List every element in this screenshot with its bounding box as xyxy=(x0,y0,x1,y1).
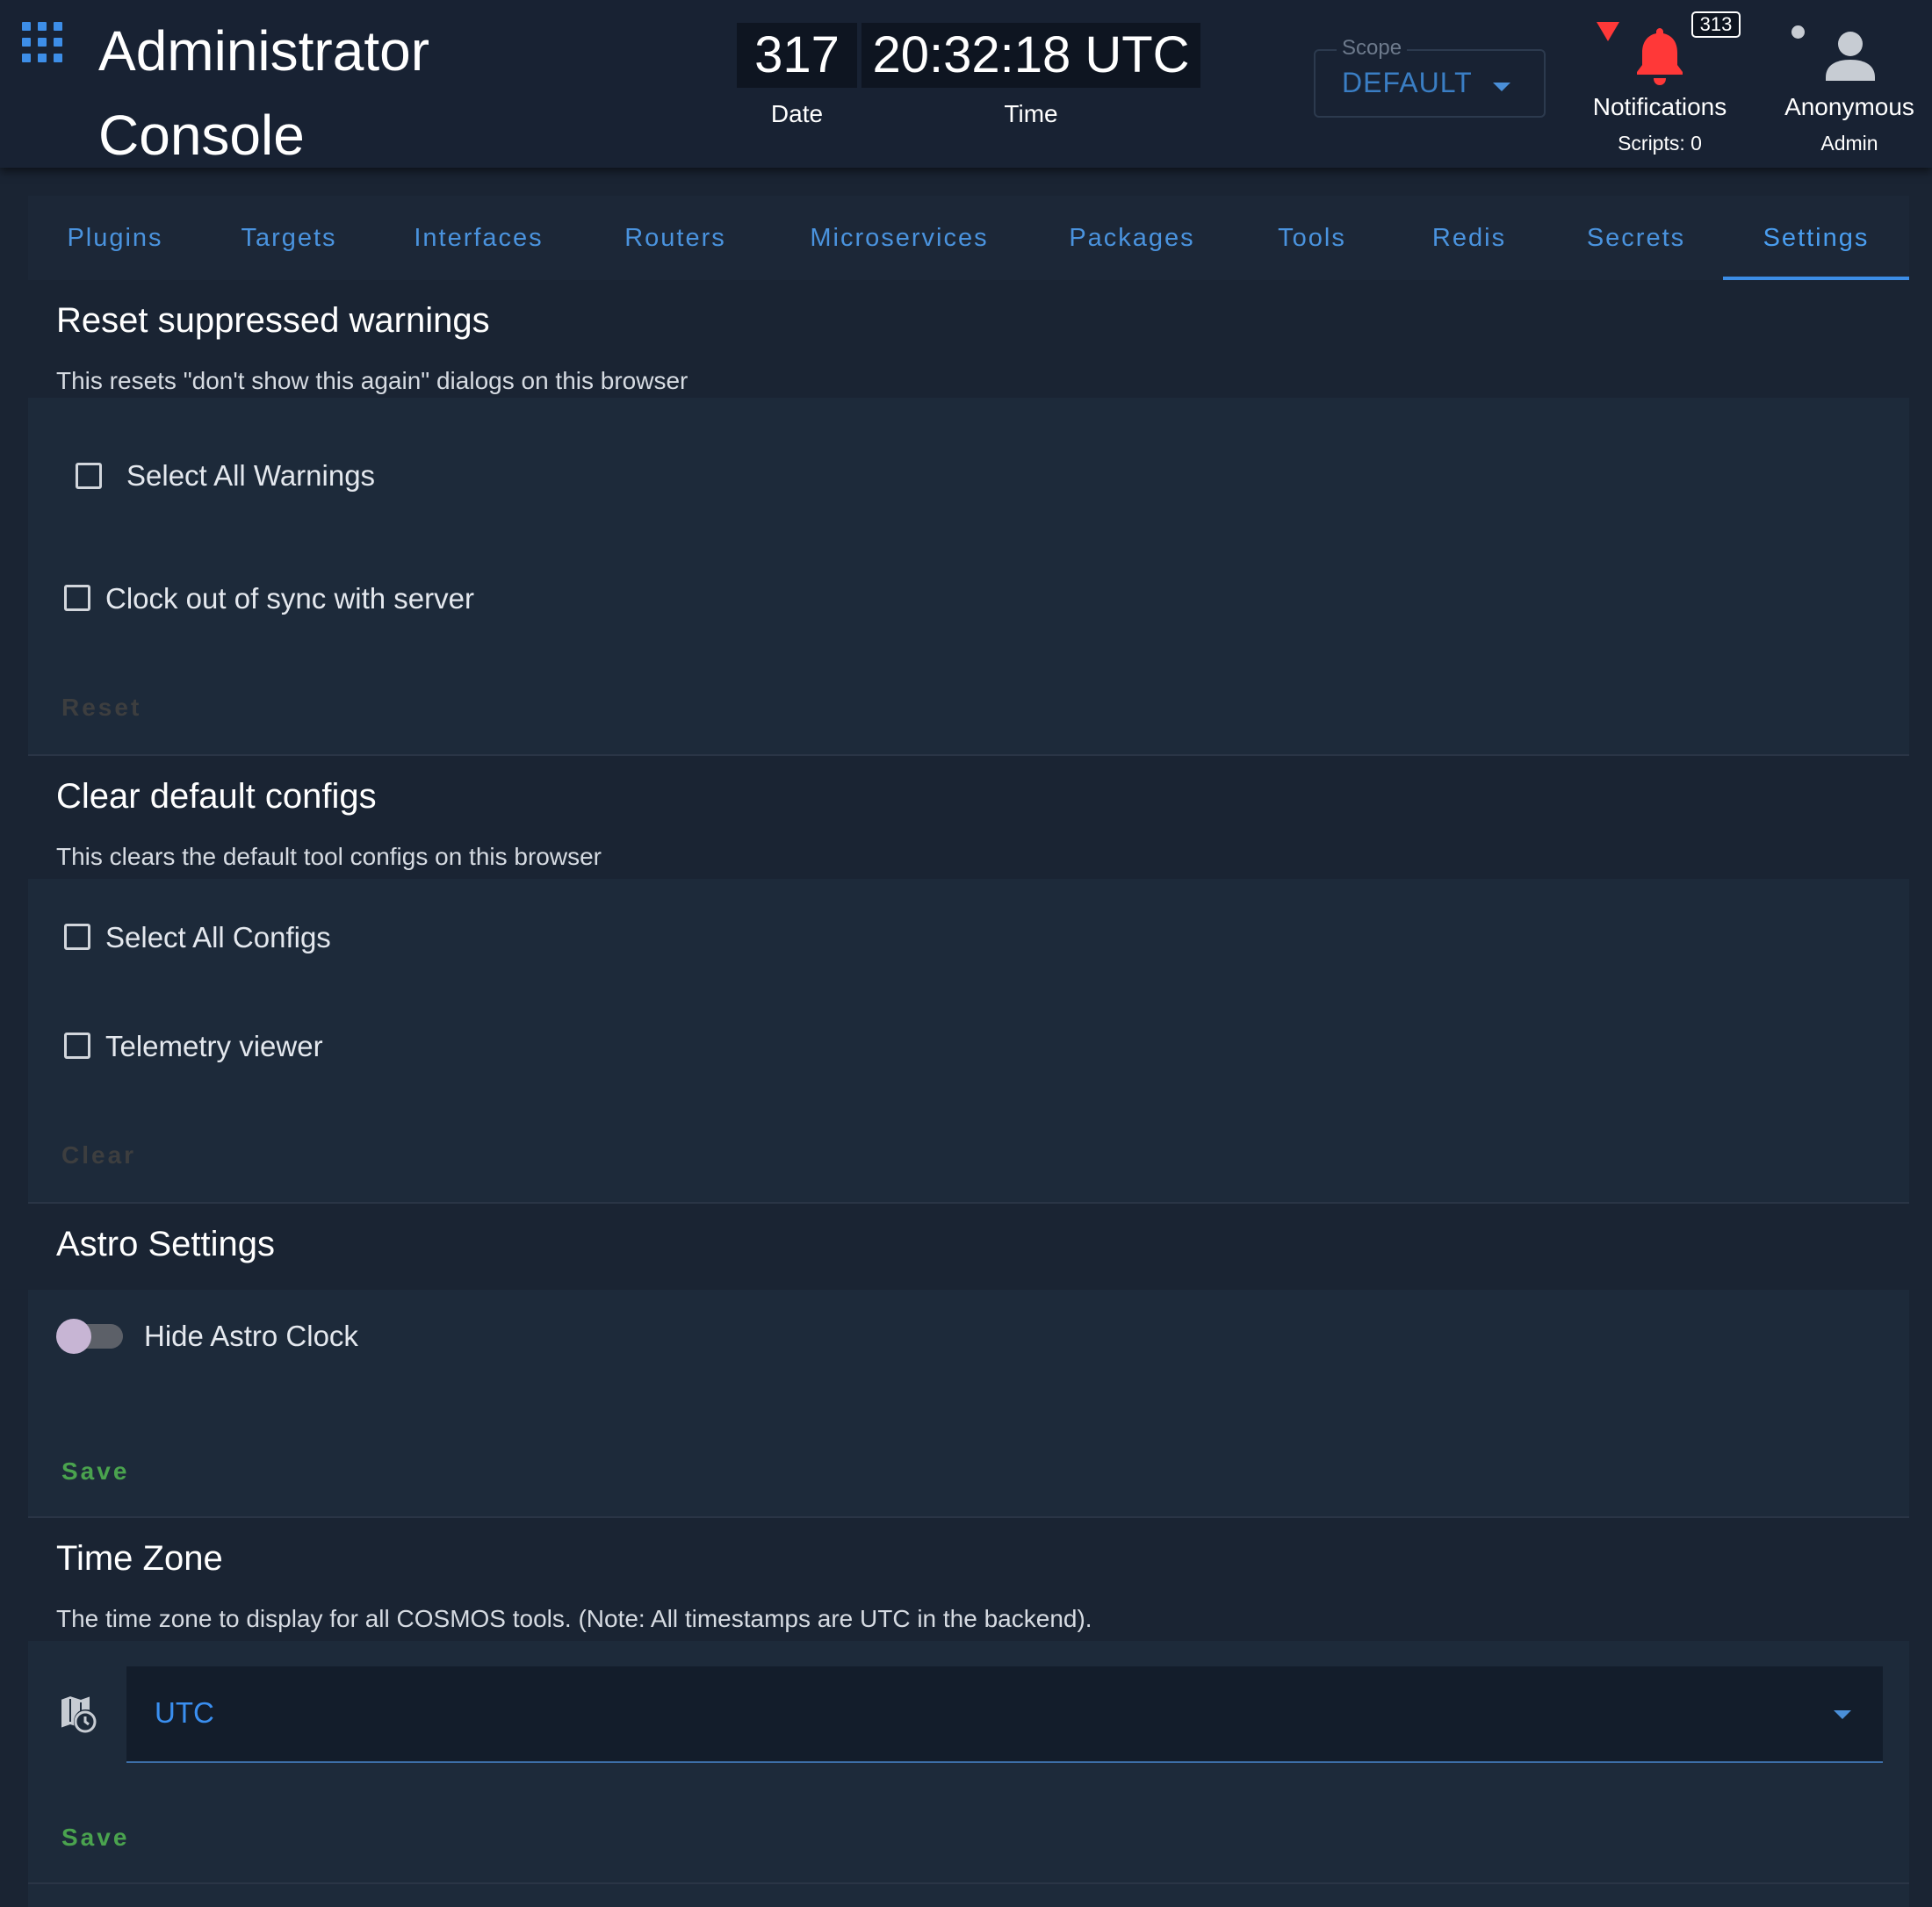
timezone-subtitle: The time zone to display for all COSMOS … xyxy=(56,1605,1092,1632)
configs-title: Clear default configs xyxy=(56,777,377,816)
page-title: Administrator Console xyxy=(98,19,429,167)
scope-value: DEFAULT xyxy=(1342,67,1473,98)
configs-subtitle: This clears the default tool configs on … xyxy=(56,843,602,870)
scripts-count: Scripts: 0 xyxy=(1618,132,1702,155)
timezone-value: UTC xyxy=(155,1696,214,1729)
reset-button[interactable]: Reset xyxy=(61,694,141,722)
user-name[interactable]: Anonymous xyxy=(1765,93,1932,121)
date-label: Date xyxy=(770,100,824,127)
time-display: 20:32:18 UTC xyxy=(861,23,1200,88)
tab-interfaces[interactable]: Interfaces xyxy=(376,196,581,280)
select-all-warnings-label[interactable]: Select All Warnings xyxy=(126,459,375,493)
account-icon[interactable] xyxy=(1823,28,1878,83)
time-label: Time xyxy=(1004,100,1058,127)
tab-secrets[interactable]: Secrets xyxy=(1549,196,1723,280)
telemetry-viewer-label[interactable]: Telemetry viewer xyxy=(105,1030,323,1063)
tab-packages[interactable]: Packages xyxy=(1029,196,1235,280)
map-clock-icon xyxy=(60,1694,97,1733)
tab-microservices[interactable]: Microservices xyxy=(769,196,1029,280)
bell-icon[interactable] xyxy=(1635,25,1684,86)
date-display: 317 xyxy=(737,23,857,88)
clock-sync-label[interactable]: Clock out of sync with server xyxy=(105,582,474,615)
scope-legend: Scope xyxy=(1337,36,1408,61)
app-bar: Administrator Console 317 20:32:18 UTC D… xyxy=(0,0,1932,168)
notifications-label[interactable]: Notifications xyxy=(1581,93,1739,121)
chevron-down-icon xyxy=(1834,1710,1851,1719)
warnings-title: Reset suppressed warnings xyxy=(56,301,490,340)
select-all-configs-checkbox[interactable] xyxy=(64,924,90,950)
hide-astro-clock-label[interactable]: Hide Astro Clock xyxy=(144,1320,358,1353)
scope-select[interactable]: Scope DEFAULT xyxy=(1314,36,1546,118)
tab-settings[interactable]: Settings xyxy=(1723,196,1909,280)
tab-targets[interactable]: Targets xyxy=(202,196,376,280)
astro-title: Astro Settings xyxy=(56,1225,276,1263)
user-status-dot xyxy=(1791,25,1805,39)
tab-bar: Plugins Targets Interfaces Routers Micro… xyxy=(28,196,1909,280)
timezone-title: Time Zone xyxy=(56,1539,223,1578)
select-all-configs-label[interactable]: Select All Configs xyxy=(105,921,331,954)
clock-sync-checkbox[interactable] xyxy=(64,585,90,611)
toggle-thumb[interactable] xyxy=(56,1319,91,1354)
apps-grid-icon[interactable] xyxy=(22,22,62,62)
user-role: Admin xyxy=(1820,132,1878,155)
select-all-warnings-checkbox[interactable] xyxy=(76,463,102,489)
settings-panel: Plugins Targets Interfaces Routers Micro… xyxy=(28,196,1909,1907)
clear-button[interactable]: Clear xyxy=(61,1141,136,1169)
chevron-down-icon xyxy=(1493,83,1510,91)
astro-save-button[interactable]: Save xyxy=(61,1457,129,1486)
tab-tools[interactable]: Tools xyxy=(1235,196,1389,280)
tab-routers[interactable]: Routers xyxy=(581,196,769,280)
timezone-select[interactable]: UTC xyxy=(126,1666,1883,1763)
timezone-save-button[interactable]: Save xyxy=(61,1824,129,1852)
divider xyxy=(28,1882,1909,1884)
notifications-badge: 313 xyxy=(1691,11,1741,38)
tab-redis[interactable]: Redis xyxy=(1389,196,1549,280)
warnings-subtitle: This resets "don't show this again" dial… xyxy=(56,367,688,394)
telemetry-viewer-checkbox[interactable] xyxy=(64,1033,90,1059)
astro-section xyxy=(28,1204,1909,1290)
tab-plugins[interactable]: Plugins xyxy=(28,196,202,280)
alert-triangle-icon xyxy=(1597,22,1619,41)
